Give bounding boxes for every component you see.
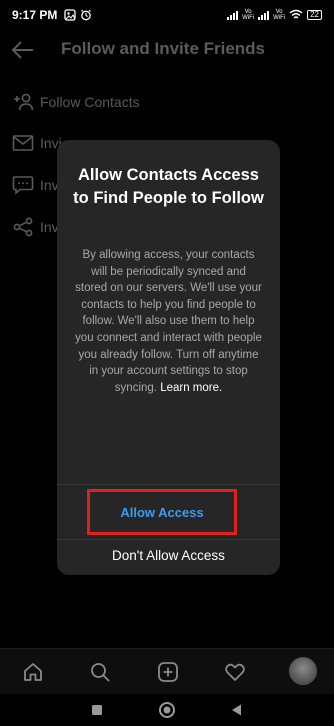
divider (57, 484, 280, 485)
home-icon[interactable] (20, 659, 46, 685)
share-icon (12, 216, 34, 238)
allow-access-button[interactable]: Allow Access (87, 489, 237, 535)
dialog-title: Allow Contacts Access to Find People to … (73, 166, 264, 207)
dialog-body-text: By allowing access, your contacts will b… (75, 249, 262, 394)
menu-item-label: Follow Contacts (40, 94, 140, 110)
system-navigation-bar (0, 694, 334, 726)
menu-item-invite-email[interactable]: Invi (12, 130, 62, 156)
signal-icon-2 (258, 10, 270, 20)
dialog-body: By allowing access, your contacts will b… (57, 247, 280, 396)
vowifi-label-1: Vo WiFi (242, 9, 255, 21)
learn-more-link[interactable]: Learn more. (160, 382, 222, 394)
vowifi-label-2: Vo WiFi (273, 9, 286, 21)
contacts-permission-dialog: Allow Contacts Access to Find People to … (57, 140, 280, 575)
back-triangle-icon[interactable] (228, 701, 246, 719)
mail-icon (12, 132, 34, 154)
heart-icon[interactable] (222, 659, 248, 685)
add-person-icon (12, 91, 34, 113)
chat-bubble-icon (12, 174, 34, 196)
menu-item-label: Inv (40, 177, 59, 193)
menu-item-invite-sms[interactable]: Inv (12, 172, 59, 198)
status-time: 9:17 PM (12, 8, 58, 22)
status-bar: 9:17 PM Vo WiFi Vo WiFi 22 (0, 0, 334, 30)
menu-item-invite-share[interactable]: Inv (12, 214, 59, 240)
arrow-left-icon[interactable] (10, 38, 36, 62)
gallery-notification-icon (63, 8, 77, 22)
signal-icon (227, 10, 239, 20)
search-icon[interactable] (87, 659, 113, 685)
page-title: Follow and Invite Friends (61, 39, 266, 58)
alarm-icon (79, 8, 93, 22)
dont-allow-access-button[interactable]: Don't Allow Access (57, 540, 280, 570)
home-circle-icon[interactable] (158, 701, 176, 719)
menu-item-label: Inv (40, 219, 59, 235)
battery-indicator: 22 (307, 10, 322, 20)
profile-avatar[interactable] (289, 657, 317, 685)
bottom-tab-bar (0, 648, 334, 694)
menu-item-follow-contacts[interactable]: Follow Contacts (12, 89, 140, 115)
create-post-icon[interactable] (155, 659, 181, 685)
header: Follow and Invite Friends (0, 30, 334, 70)
wifi-icon (289, 9, 303, 22)
recents-square-icon[interactable] (88, 701, 106, 719)
